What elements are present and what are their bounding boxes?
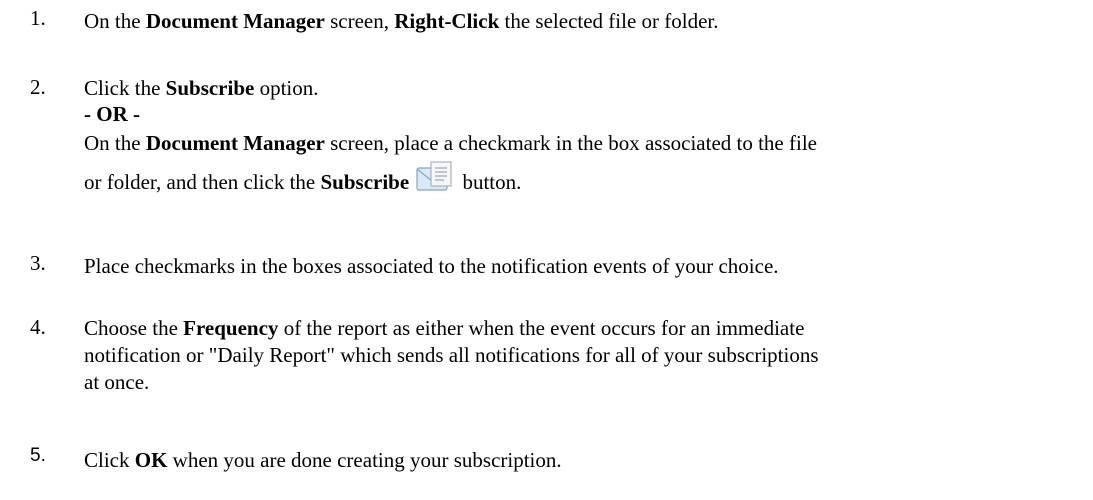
text-run: when you are done creating your subscrip… xyxy=(167,448,562,472)
subscribe-icon xyxy=(415,159,455,195)
step-number: 3. xyxy=(30,251,46,275)
bold-term: Right-Click xyxy=(394,9,500,33)
text-run: at once. xyxy=(84,370,150,394)
bold-term: Frequency xyxy=(183,316,279,340)
text-run: or folder, and then click the xyxy=(84,170,321,194)
text-run: of the report as either when the event o… xyxy=(278,316,805,340)
text-run: option. xyxy=(254,76,319,100)
step-text: On the Document Manager screen, Right-Cl… xyxy=(84,6,1073,37)
step-text: Place checkmarks in the boxes associated… xyxy=(84,251,1073,282)
text-run: screen, place a checkmark in the box ass… xyxy=(324,131,817,155)
step-number: 4. xyxy=(30,315,46,339)
text-run: Click the xyxy=(84,76,166,100)
bold-term: Subscribe xyxy=(165,76,255,100)
text-run: On the xyxy=(84,131,146,155)
step-text: Click the Subscribe option. - OR - On th… xyxy=(84,75,1073,205)
step-text: Click OK when you are done creating your… xyxy=(84,445,1073,476)
step-number: 5. xyxy=(30,445,46,466)
text-run: On the xyxy=(84,9,146,33)
or-label: - OR - xyxy=(84,102,140,126)
text-run: notification or "Daily Report" which sen… xyxy=(84,343,819,367)
bold-term: OK xyxy=(134,448,168,472)
step-number: 2. xyxy=(30,75,46,99)
document-page: { "steps": [ { "number": "1.", "parts": … xyxy=(0,0,1093,500)
text-run: the selected file or folder. xyxy=(499,9,719,33)
text-run: Place checkmarks in the boxes associated… xyxy=(84,254,779,278)
text-run: button. xyxy=(457,170,522,194)
bold-term: Document Manager xyxy=(145,9,325,33)
text-run: screen, xyxy=(324,9,395,33)
bold-term: Subscribe xyxy=(320,170,410,194)
text-run: Click xyxy=(84,448,135,472)
step-number: 1. xyxy=(30,6,46,30)
text-run: Choose the xyxy=(84,316,184,340)
step-text: Choose the Frequency of the report as ei… xyxy=(84,315,1073,396)
bold-term: Document Manager xyxy=(145,131,325,155)
